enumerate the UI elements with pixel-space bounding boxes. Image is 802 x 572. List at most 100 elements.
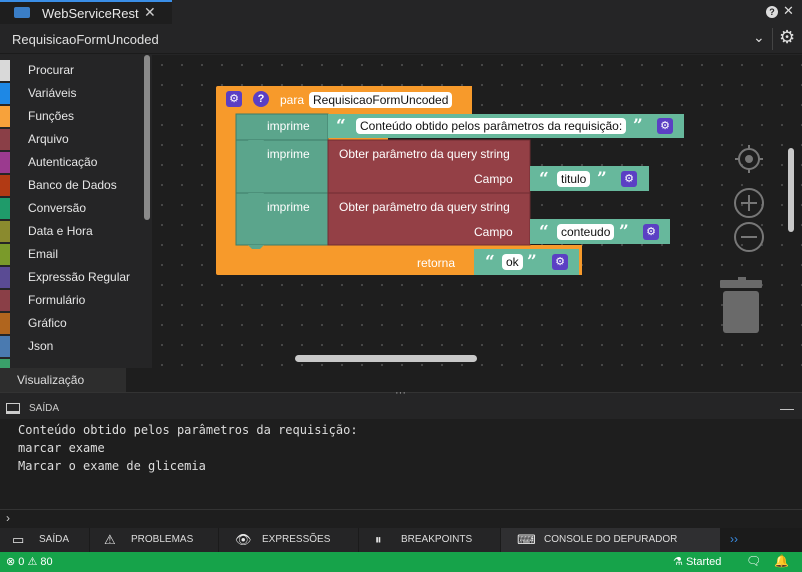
toolbox-item-arquivo[interactable]: Arquivo xyxy=(0,127,150,150)
toolbox-item-procurar[interactable]: Procurar xyxy=(0,58,150,81)
category-label: Data e Hora xyxy=(28,224,93,238)
flask-icon: ⚗ xyxy=(673,556,683,568)
tab-webservicerest[interactable]: WebServiceRest ✕ xyxy=(0,0,172,24)
zoom-out-icon xyxy=(734,222,764,252)
quote-open-icon: “ xyxy=(336,116,346,136)
print-label-2: imprime xyxy=(267,147,310,161)
prompt-chevron-icon: › xyxy=(6,511,10,525)
drag-handle-icon: ··· xyxy=(395,387,406,399)
output-title: SAÍDA xyxy=(29,403,60,414)
toolbox-scrollbar[interactable] xyxy=(144,55,150,220)
more-tabs-icon[interactable]: ›› xyxy=(730,532,738,546)
help-icon[interactable]: ? xyxy=(766,6,778,18)
text-gear-icon[interactable]: ⚙ xyxy=(643,224,659,240)
console-input[interactable]: › xyxy=(0,509,802,528)
category-swatch xyxy=(0,60,10,81)
eye-icon: 👁 xyxy=(235,532,252,547)
category-swatch xyxy=(0,359,10,368)
toolbox-item-formulario[interactable]: Formulário xyxy=(0,288,150,311)
tab-breakpoints[interactable]: ⏸ BREAKPOINTS xyxy=(359,528,501,552)
category-label: Formulário xyxy=(28,293,86,307)
tab-label: BREAKPOINTS xyxy=(401,534,473,545)
bell-icon[interactable]: 🔔 xyxy=(774,554,789,568)
category-label: Variáveis xyxy=(28,86,77,100)
tab-label: PROBLEMAS xyxy=(131,534,194,545)
text-gear-icon[interactable]: ⚙ xyxy=(552,254,568,270)
toolbox: Procurar Variáveis Funções Arquivo Auten… xyxy=(0,55,152,368)
bottom-tab-bar: ▭ SAÍDA ⚠ PROBLEMAS 👁 EXPRESSÕES ⏸ BREAK… xyxy=(0,528,802,552)
text-gear-icon[interactable]: ⚙ xyxy=(657,118,673,134)
feedback-icon[interactable]: 🗨 xyxy=(746,554,761,568)
tab-problemas[interactable]: ⚠ PROBLEMAS xyxy=(90,528,219,552)
panel-splitter[interactable]: ··· xyxy=(0,387,802,399)
return-label: retorna xyxy=(417,256,456,270)
problems-status[interactable]: ⊗ 0 ⚠ 80 xyxy=(6,555,53,568)
gear-icon[interactable]: ⚙ xyxy=(779,27,795,48)
toolbox-item-email[interactable]: Email xyxy=(0,242,150,265)
warning-icon: ⚠ xyxy=(27,556,38,568)
category-swatch xyxy=(0,244,10,265)
category-label: Banco de Dados xyxy=(28,178,117,192)
tab-label: Visualização xyxy=(17,373,85,387)
output-line: Marcar o exame de glicemia xyxy=(18,459,206,473)
quote-open-icon: “ xyxy=(539,222,549,242)
run-status-label: Started xyxy=(685,556,722,568)
quote-open-icon: “ xyxy=(539,169,549,189)
category-swatch xyxy=(0,83,10,104)
toolbox-item-grafico[interactable]: Gráfico xyxy=(0,311,150,334)
field-label-2: Campo xyxy=(474,225,513,239)
close-editor-icon[interactable]: ✕ xyxy=(783,3,794,19)
toolbox-item-data-e-hora[interactable]: Data e Hora xyxy=(0,219,150,242)
recenter-icon xyxy=(735,145,763,173)
toolbox-item-conversao[interactable]: Conversão xyxy=(0,196,150,219)
return-value-field[interactable]: ok xyxy=(502,254,523,270)
output-icon xyxy=(6,403,20,414)
category-label: Funções xyxy=(28,109,75,123)
toolbox-item-next[interactable] xyxy=(0,357,150,368)
workspace-vertical-scrollbar[interactable] xyxy=(788,148,794,232)
category-label: Expressão Regular xyxy=(28,270,131,284)
output-header: SAÍDA — xyxy=(0,399,802,419)
toolbox-item-expressao-regular[interactable]: Expressão Regular xyxy=(0,265,150,288)
tab-expressoes[interactable]: 👁 EXPRESSÕES xyxy=(219,528,359,552)
toolbox-item-funcoes[interactable]: Funções xyxy=(0,104,150,127)
category-swatch xyxy=(0,198,10,219)
quote-close-icon: ” xyxy=(633,116,643,136)
toolbox-item-json[interactable]: Json xyxy=(0,334,150,357)
tab-strip xyxy=(126,368,802,392)
tab-saida[interactable]: ▭ SAÍDA xyxy=(0,528,90,552)
text-gear-icon[interactable]: ⚙ xyxy=(621,171,637,187)
text-field-conteudo[interactable]: conteudo xyxy=(557,224,615,240)
error-icon: ⊗ xyxy=(6,556,16,568)
text-field-1[interactable]: Conteúdo obtido pelos parâmetros da requ… xyxy=(356,118,627,134)
close-tab-icon[interactable]: ✕ xyxy=(144,4,156,21)
category-swatch xyxy=(0,175,10,196)
chevron-down-icon[interactable]: ⌄ xyxy=(753,29,765,46)
query-getter-label-1: Obter parâmetro da query string xyxy=(339,147,510,161)
function-name-field[interactable]: RequisicaoFormUncoded xyxy=(309,92,453,108)
category-swatch xyxy=(0,290,10,311)
toolbox-item-variaveis[interactable]: Variáveis xyxy=(0,81,150,104)
function-help-icon[interactable]: ? xyxy=(253,91,269,107)
category-swatch xyxy=(0,221,10,242)
form-header: RequisicaoFormUncoded ⌄ ⚙ xyxy=(0,24,802,54)
toolbox-item-banco-de-dados[interactable]: Banco de Dados xyxy=(0,173,150,196)
text-field-titulo[interactable]: titulo xyxy=(557,171,591,187)
category-swatch xyxy=(0,106,10,127)
workspace-horizontal-scrollbar[interactable] xyxy=(295,355,477,362)
print-label-3: imprime xyxy=(267,200,310,214)
run-status[interactable]: ⚗ Started xyxy=(673,555,721,568)
editor-tab-bar: WebServiceRest ✕ ? ✕ xyxy=(0,0,802,24)
tab-visualizacao[interactable]: Visualização xyxy=(0,368,126,392)
folder-icon xyxy=(14,7,30,18)
quote-open-icon: “ xyxy=(485,252,495,272)
blockly-workspace[interactable]: ⚙ ? para RequisicaoFormUncoded imprime “… xyxy=(152,55,802,368)
trash-icon xyxy=(720,277,762,333)
toolbox-item-autenticacao[interactable]: Autenticação xyxy=(0,150,150,173)
category-label: Procurar xyxy=(28,63,75,77)
divider xyxy=(772,28,773,50)
function-gear-icon[interactable]: ⚙ xyxy=(226,91,242,107)
tab-console-do-depurador[interactable]: ⌨ CONSOLE DO DEPURADOR xyxy=(501,528,721,552)
minimize-icon[interactable]: — xyxy=(780,400,794,416)
zoom-in-icon xyxy=(734,188,764,218)
